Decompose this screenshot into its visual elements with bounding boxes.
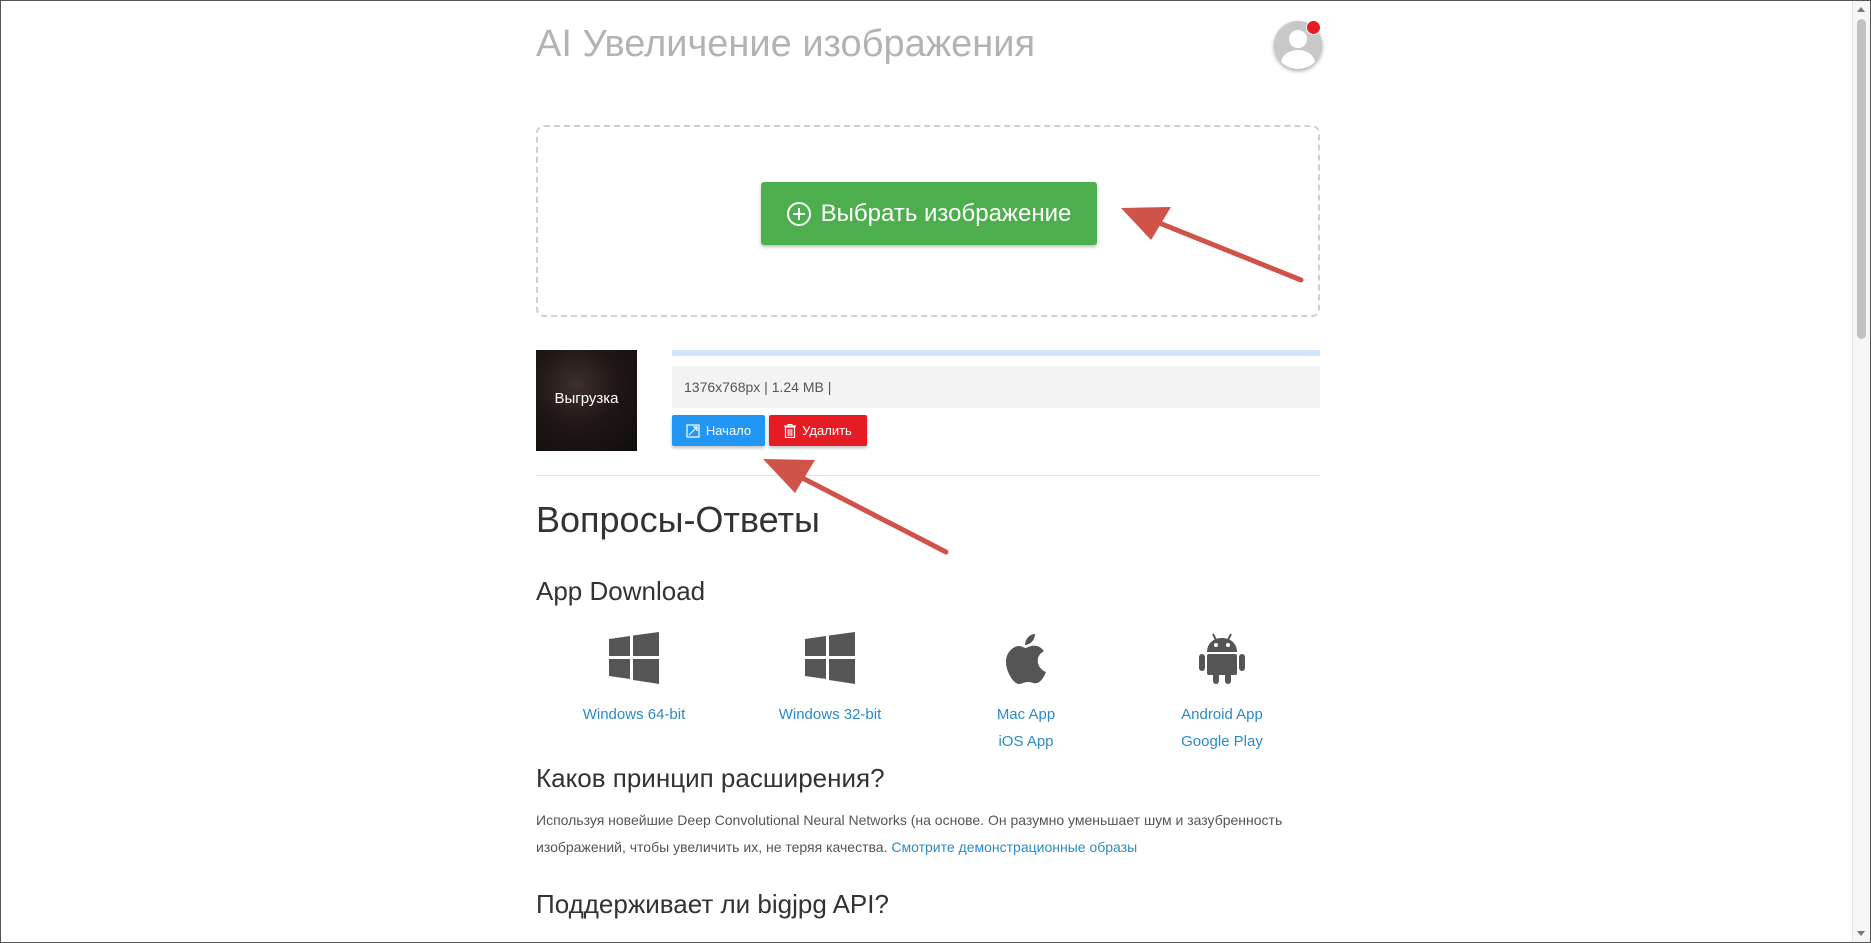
download-link-android-app[interactable]: Android App <box>1124 701 1320 728</box>
delete-label: Удалить <box>802 423 852 438</box>
uploaded-file-row: Выгрузка 1376x768px | 1.24 MB | Начало У… <box>536 350 1320 452</box>
scrollbar-thumb[interactable] <box>1857 19 1866 339</box>
select-image-label: Выбрать изображение <box>820 199 1072 227</box>
faq-question-api: Поддерживает ли bigjpg API? <box>536 889 889 919</box>
apple-icon <box>1006 634 1046 684</box>
download-android: Android App Google Play <box>1124 631 1320 755</box>
browser-viewport: AI Увеличение изображения Выбрать изобра… <box>0 0 1871 943</box>
download-link-ios-app[interactable]: iOS App <box>928 728 1124 755</box>
vertical-scrollbar[interactable] <box>1852 1 1870 942</box>
download-apple: Mac App iOS App <box>928 631 1124 755</box>
download-link-google-play[interactable]: Google Play <box>1124 728 1320 755</box>
android-icon <box>1199 633 1245 684</box>
plus-circle-icon <box>786 201 811 226</box>
download-link-windows-32[interactable]: Windows 32-bit <box>732 701 928 728</box>
trash-icon <box>784 423 797 438</box>
start-label: Начало <box>705 423 752 438</box>
faq-answer-principle: Используя новейшие Deep Convolutional Ne… <box>536 807 1320 861</box>
download-link-mac-app[interactable]: Mac App <box>928 701 1124 728</box>
windows-icon <box>805 632 855 684</box>
scroll-up-arrow-icon[interactable] <box>1857 7 1865 12</box>
faq-title: Вопросы-Ответы <box>536 499 820 540</box>
upload-dropzone[interactable]: Выбрать изображение <box>536 125 1320 317</box>
avatar-head-icon <box>1289 30 1307 48</box>
select-image-button[interactable]: Выбрать изображение <box>761 182 1097 245</box>
section-divider <box>536 475 1320 476</box>
windows-icon <box>609 632 659 684</box>
delete-button[interactable]: Удалить <box>769 415 867 446</box>
thumbnail-status-label: Выгрузка <box>554 390 619 407</box>
scroll-down-arrow-icon[interactable] <box>1857 931 1865 936</box>
download-windows-64: Windows 64-bit <box>536 631 732 728</box>
app-download-title: App Download <box>536 576 706 606</box>
expand-icon <box>686 423 700 438</box>
avatar-body-icon <box>1281 50 1315 69</box>
download-windows-32: Windows 32-bit <box>732 631 928 728</box>
file-info: 1376x768px | 1.24 MB | <box>672 366 1320 408</box>
faq-question-principle: Каков принцип расширения? <box>536 763 885 793</box>
download-grid: Windows 64-bit Windows 32-bit Mac App iO… <box>536 631 1320 751</box>
upload-progress-bar <box>672 350 1320 356</box>
app-title: AI Увеличение изображения <box>536 23 1036 65</box>
start-button[interactable]: Начало <box>672 415 765 446</box>
notification-dot <box>1306 20 1321 35</box>
demo-images-link[interactable]: Смотрите демонстрационные образы <box>891 839 1137 855</box>
image-thumbnail: Выгрузка <box>536 350 637 451</box>
download-link-windows-64[interactable]: Windows 64-bit <box>536 701 732 728</box>
